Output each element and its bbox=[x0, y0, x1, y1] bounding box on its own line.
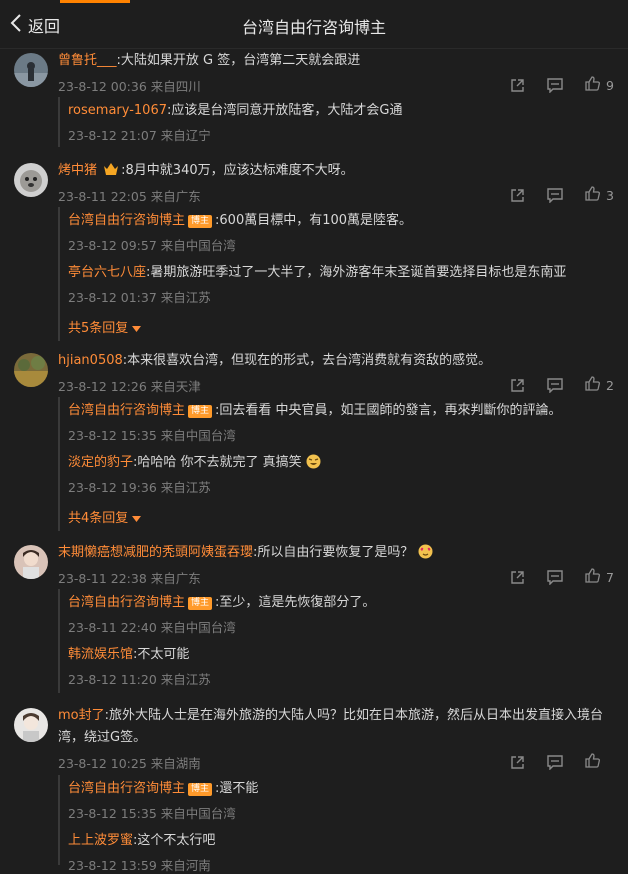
like-button[interactable]: 3 bbox=[585, 186, 614, 205]
thumbs-up-icon bbox=[585, 376, 600, 395]
reply-meta: 23-8-12 19:36 来自江苏 bbox=[68, 480, 211, 495]
reply-meta: 23-8-12 15:35 来自中国台湾 bbox=[68, 428, 236, 443]
thumbs-up-icon bbox=[585, 76, 600, 95]
reply-text: :应该是台湾同意开放陆客，大陆才会G通 bbox=[167, 103, 403, 118]
reply-username[interactable]: 台湾自由行咨询博主 bbox=[68, 403, 185, 418]
reply-item: 台湾自由行咨询博主 博主:600萬目標中，有100萬是陸客。 23-8-12 09… bbox=[68, 211, 614, 254]
reply-text: :不太可能 bbox=[133, 647, 190, 662]
share-icon[interactable] bbox=[510, 378, 525, 393]
reply-text: :至少，這是先恢復部分了。 bbox=[215, 595, 376, 610]
comment-meta: 23-8-12 10:25 来自湖南 bbox=[58, 756, 201, 771]
page-title: 台湾自由行咨询博主 bbox=[241, 18, 386, 37]
reply-item: 亭台六七八座:暑期旅游旺季过了一大半了，海外游客年末圣诞首要选择目标也是东南亚 … bbox=[68, 263, 614, 306]
reply-meta: 23-8-12 01:37 来自江苏 bbox=[68, 290, 211, 305]
author-badge: 博主 bbox=[188, 405, 213, 418]
top-bar: 返回 台湾自由行咨询博主 bbox=[0, 0, 628, 49]
comment-username[interactable]: mo封了 bbox=[58, 708, 105, 723]
reply-username[interactable]: 台湾自由行咨询博主 bbox=[68, 781, 185, 796]
reply-username[interactable]: 亭台六七八座 bbox=[68, 265, 146, 280]
reply-meta: 23-8-12 21:07 来自辽宁 bbox=[68, 128, 211, 143]
caret-down-icon bbox=[132, 511, 142, 526]
share-icon[interactable] bbox=[510, 78, 525, 93]
laughing-emoji-icon bbox=[306, 454, 321, 469]
avatar[interactable] bbox=[14, 163, 48, 197]
reply-meta: 23-8-12 15:35 来自中国台湾 bbox=[68, 806, 236, 821]
comment-icon[interactable] bbox=[547, 570, 563, 585]
comment-text: :8月中就340万，应该达标难度不大呀。 bbox=[121, 163, 354, 178]
reply-item: 韩流娱乐馆:不太可能 23-8-12 11:20 来自江苏 bbox=[68, 645, 614, 688]
vip-badge-icon bbox=[101, 163, 121, 178]
reply-text: :暑期旅游旺季过了一大半了，海外游客年末圣诞首要选择目标也是东南亚 bbox=[146, 265, 567, 280]
reply-meta: 23-8-12 13:59 来自河南 bbox=[68, 858, 211, 873]
comment-username[interactable]: 曾鲁托___ bbox=[58, 53, 117, 68]
share-icon[interactable] bbox=[510, 755, 525, 770]
comment-meta: 23-8-11 22:38 来自广东 bbox=[58, 571, 201, 586]
comment-meta: 23-8-12 12:26 来自天津 bbox=[58, 379, 201, 394]
like-count: 9 bbox=[606, 78, 614, 93]
love-emoji-icon bbox=[418, 544, 433, 559]
comment-icon[interactable] bbox=[547, 78, 563, 93]
like-count: 2 bbox=[606, 378, 614, 393]
reply-username[interactable]: 上上波罗蜜 bbox=[68, 833, 133, 848]
like-button[interactable]: 2 bbox=[585, 376, 614, 395]
reply-username[interactable]: 台湾自由行咨询博主 bbox=[68, 595, 185, 610]
comment-text: :所以自由行要恢复了是吗？ bbox=[253, 545, 414, 560]
comment-text: :大陆如果开放 G 签，台湾第二天就会跟进 bbox=[116, 53, 361, 68]
more-replies-link[interactable]: 共5条回复 bbox=[68, 317, 142, 336]
reply-meta: 23-8-12 09:57 来自中国台湾 bbox=[68, 238, 236, 253]
share-icon[interactable] bbox=[510, 570, 525, 585]
reply-username[interactable]: rosemary-1067 bbox=[68, 103, 167, 118]
reply-username[interactable]: 台湾自由行咨询博主 bbox=[68, 213, 185, 228]
like-button[interactable]: 9 bbox=[585, 76, 614, 95]
reply-box: 台湾自由行咨询博主 博主:回去看看 中央官員，如王國師的發言，再來判斷你的評論。 … bbox=[58, 397, 614, 531]
reply-box: 台湾自由行咨询博主 博主:至少，這是先恢復部分了。 23-8-11 22:40 来… bbox=[58, 589, 614, 693]
reply-box: rosemary-1067:应该是台湾同意开放陆客，大陆才会G通 23-8-12… bbox=[58, 97, 614, 147]
reply-text: :回去看看 中央官員，如王國師的發言，再來判斷你的評論。 bbox=[215, 403, 562, 418]
reply-item: rosemary-1067:应该是台湾同意开放陆客，大陆才会G通 23-8-12… bbox=[68, 101, 614, 144]
comment-icon[interactable] bbox=[547, 755, 563, 770]
reply-text: :哈哈哈 你不去就完了 真搞笑 bbox=[133, 455, 302, 470]
comment-username[interactable]: hjian0508 bbox=[58, 353, 123, 368]
thumbs-up-icon bbox=[585, 186, 600, 205]
comment-username[interactable]: 末期懒癌想减肥的秃頭阿姨蛋吞瓔 bbox=[58, 545, 253, 560]
author-badge: 博主 bbox=[188, 597, 213, 610]
reply-item: 台湾自由行咨询博主 博主:回去看看 中央官員，如王國師的發言，再來判斷你的評論。 … bbox=[68, 401, 614, 444]
like-button[interactable] bbox=[585, 753, 614, 772]
reply-text: :600萬目標中，有100萬是陸客。 bbox=[215, 213, 413, 228]
more-replies-link[interactable]: 共4条回复 bbox=[68, 507, 142, 526]
reply-username[interactable]: 韩流娱乐馆 bbox=[68, 647, 133, 662]
tab-accent-bar bbox=[60, 0, 130, 3]
reply-box: 台湾自由行咨询博主 博主:600萬目標中，有100萬是陸客。 23-8-12 09… bbox=[58, 207, 614, 341]
thumbs-up-icon bbox=[585, 568, 600, 587]
reply-text: :这个不太行吧 bbox=[133, 833, 216, 848]
comment-text: :旅外大陆人士是在海外旅游的大陆人吗？比如在日本旅游，然后从日本出发直接入境台湾… bbox=[58, 708, 604, 745]
avatar[interactable] bbox=[14, 708, 48, 742]
reply-meta: 23-8-11 22:40 来自中国台湾 bbox=[68, 620, 236, 635]
reply-item: 上上波罗蜜:这个不太行吧 23-8-12 13:59 来自河南 bbox=[68, 831, 614, 874]
comment-icon[interactable] bbox=[547, 378, 563, 393]
author-badge: 博主 bbox=[188, 783, 213, 796]
like-count: 7 bbox=[606, 570, 614, 585]
comment-icon[interactable] bbox=[547, 188, 563, 203]
reply-meta: 23-8-12 11:20 来自江苏 bbox=[68, 672, 211, 687]
reply-box: 台湾自由行咨询博主 博主:還不能 23-8-12 15:35 来自中国台湾 上上波… bbox=[58, 775, 614, 873]
share-icon[interactable] bbox=[510, 188, 525, 203]
comment-username[interactable]: 烤中猪 bbox=[58, 163, 97, 178]
comment-text: :本来很喜欢台湾，但现在的形式，去台湾消费就有资敌的感觉。 bbox=[122, 353, 492, 368]
comment-meta: 23-8-12 00:36 来自四川 bbox=[58, 79, 201, 94]
thumbs-up-icon bbox=[585, 753, 600, 772]
avatar[interactable] bbox=[14, 53, 48, 87]
reply-item: 淡定的豹子:哈哈哈 你不去就完了 真搞笑 23-8-12 19:36 来自江苏 bbox=[68, 453, 614, 496]
caret-down-icon bbox=[132, 321, 142, 336]
comment-meta: 23-8-11 22:05 来自广东 bbox=[58, 189, 201, 204]
author-badge: 博主 bbox=[188, 215, 213, 228]
reply-username[interactable]: 淡定的豹子 bbox=[68, 455, 133, 470]
avatar[interactable] bbox=[14, 545, 48, 579]
reply-text: :還不能 bbox=[215, 781, 259, 796]
like-count: 3 bbox=[606, 188, 614, 203]
like-button[interactable]: 7 bbox=[585, 568, 614, 587]
reply-item: 台湾自由行咨询博主 博主:還不能 23-8-12 15:35 来自中国台湾 bbox=[68, 779, 614, 822]
reply-item: 台湾自由行咨询博主 博主:至少，這是先恢復部分了。 23-8-11 22:40 来… bbox=[68, 593, 614, 636]
avatar[interactable] bbox=[14, 353, 48, 387]
